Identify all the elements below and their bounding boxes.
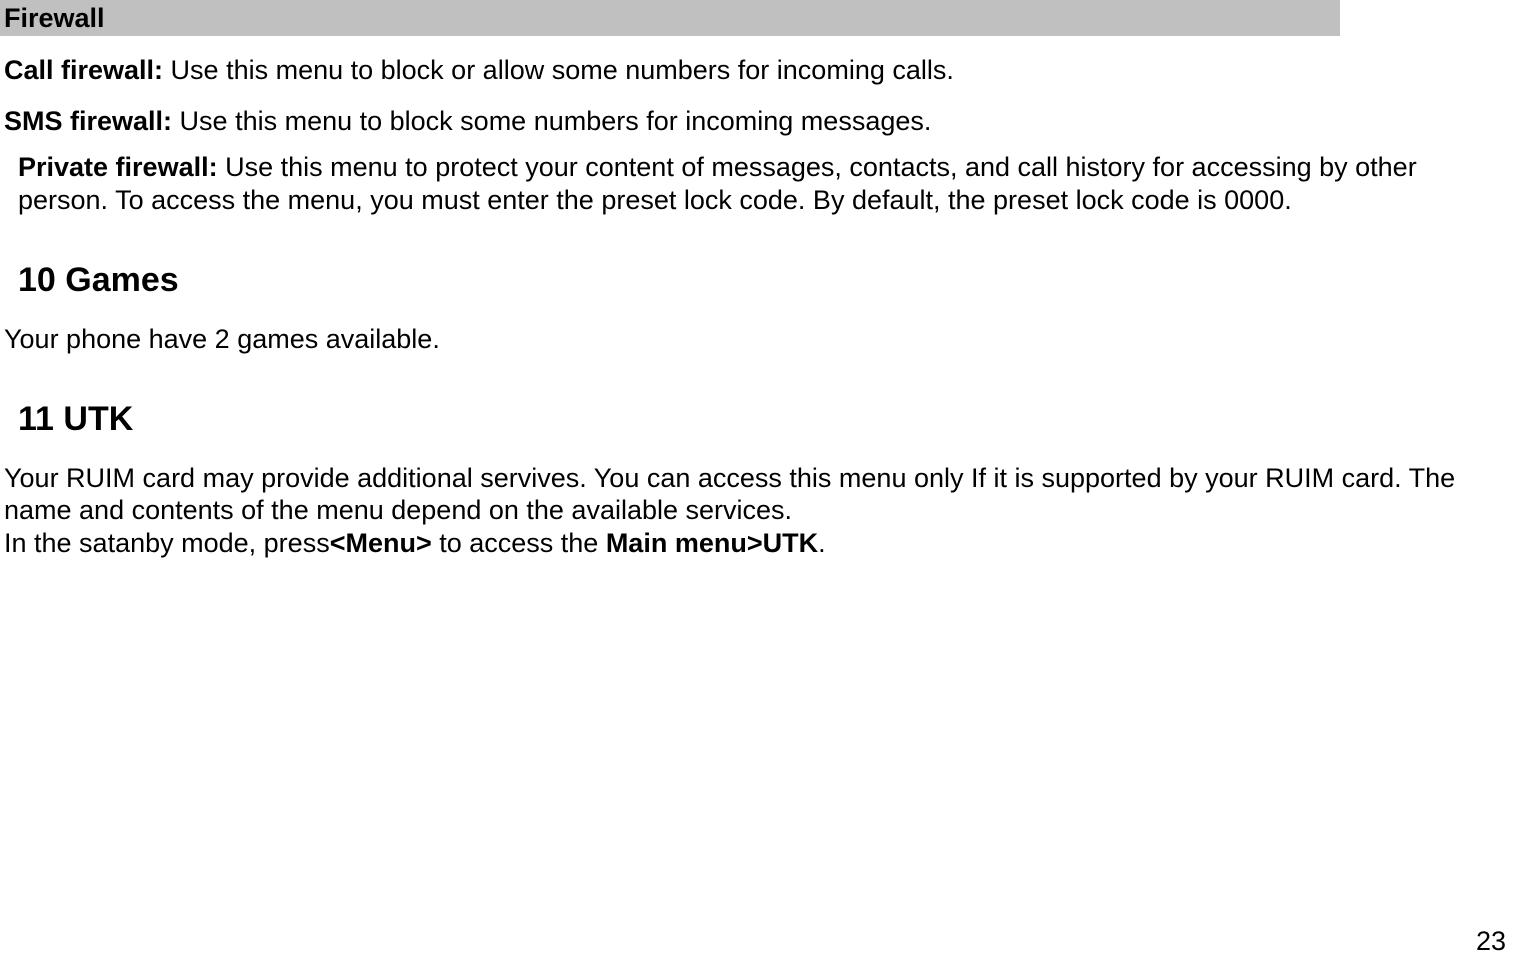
paragraph-private-firewall: Private firewall: Use this menu to prote… [0,151,1518,216]
games-heading-text: 10 Games [18,261,179,299]
section-header-text: Firewall [4,3,105,33]
sms-firewall-label: SMS firewall: [4,106,172,136]
page-number-text: 23 [1476,926,1506,956]
utk-text2-bold1: <Menu> [330,528,432,558]
chapter-heading-games: 10 Games [0,260,1518,301]
paragraph-utk-1: Your RUIM card may provide additional se… [0,462,1518,527]
games-text: Your phone have 2 games available. [4,324,440,354]
paragraph-call-firewall: Call firewall: Use this menu to block or… [0,54,1518,86]
private-firewall-label: Private firewall: [18,152,218,182]
utk-heading-text: 11 UTK [18,400,133,438]
utk-text2-prefix: In the satanby mode, press [4,528,330,558]
utk-text2-suffix: . [818,528,826,558]
chapter-heading-utk: 11 UTK [0,399,1518,440]
paragraph-games: Your phone have 2 games available. [0,323,1518,355]
call-firewall-text: Use this menu to block or allow some num… [163,55,954,85]
paragraph-sms-firewall: SMS firewall: Use this menu to block som… [0,105,1518,137]
sms-firewall-text: Use this menu to block some numbers for … [172,106,931,136]
utk-text2-mid: to access the [432,528,606,558]
call-firewall-label: Call firewall: [4,55,163,85]
paragraph-utk-2: In the satanby mode, press<Menu> to acce… [0,527,1518,559]
page-number: 23 [1476,925,1506,957]
utk-text2-bold2: Main menu>UTK [606,528,818,558]
private-firewall-text: Use this menu to protect your content of… [18,152,1417,214]
section-header-firewall: Firewall [0,0,1340,36]
utk-text-1: Your RUIM card may provide additional se… [4,463,1455,525]
